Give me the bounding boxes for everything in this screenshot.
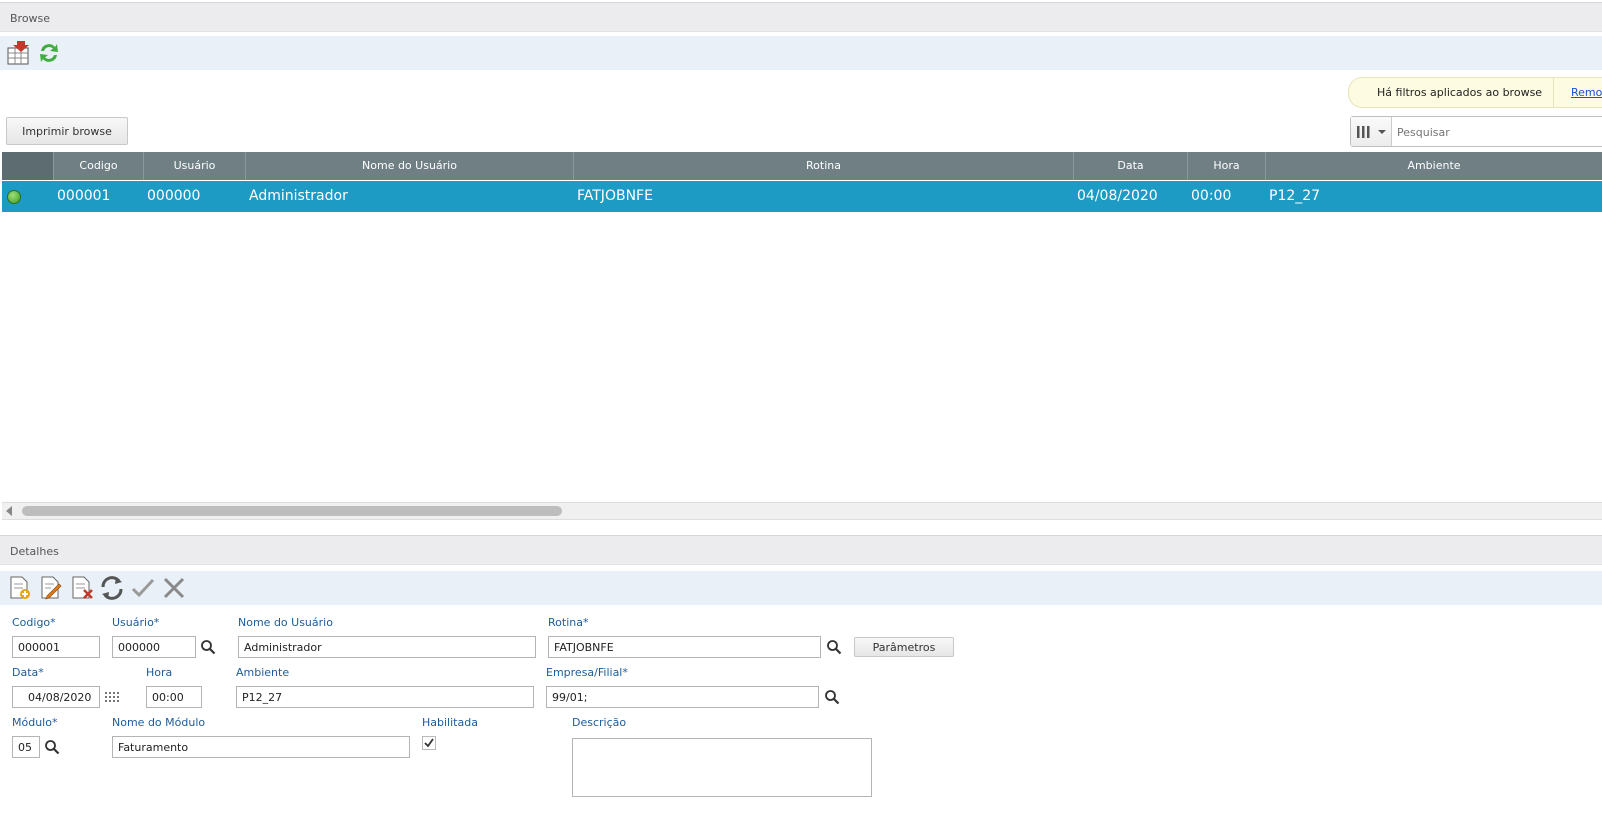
search-icon[interactable] [200, 639, 216, 655]
nome-modulo-field[interactable] [112, 736, 410, 758]
empresa-filial-field[interactable] [546, 686, 819, 708]
grid-header: Codigo Usuário Nome do Usuário Rotina Da… [2, 152, 1602, 180]
ambiente-field[interactable] [236, 686, 534, 708]
label-hora: Hora [146, 666, 173, 679]
hora-field[interactable] [146, 686, 202, 708]
browse-title: Browse [10, 12, 51, 25]
details-title: Detalhes [10, 545, 59, 558]
label-usuario: Usuário* [112, 616, 160, 629]
column-header-nome-usuario[interactable]: Nome do Usuário [246, 152, 574, 180]
label-empresa-filial: Empresa/Filial* [546, 666, 628, 679]
usuario-field[interactable] [112, 636, 196, 658]
cell-usuario: 000000 [147, 188, 201, 204]
cell-ambiente: P12_27 [1269, 188, 1321, 204]
codigo-field[interactable] [12, 636, 100, 658]
print-browse-button[interactable]: Imprimir browse [6, 117, 128, 145]
cell-nome-usuario: Administrador [249, 188, 348, 204]
label-codigo: Codigo* [12, 616, 56, 629]
data-field[interactable] [12, 686, 100, 708]
modulo-field[interactable] [12, 736, 40, 758]
status-green-icon [7, 190, 21, 204]
table-row[interactable]: 000001 000000 Administrador FATJOBNFE 04… [2, 181, 1602, 212]
remove-filters-link[interactable]: Remov [1571, 86, 1602, 99]
cell-hora: 00:00 [1191, 188, 1232, 204]
label-modulo: Módulo* [12, 716, 58, 729]
scroll-left-icon[interactable] [6, 506, 12, 516]
label-habilitada: Habilitada [422, 716, 478, 729]
search-box [1350, 116, 1602, 147]
edit-record-icon[interactable] [37, 575, 63, 601]
cell-codigo: 000001 [57, 188, 111, 204]
details-toolbar [0, 571, 1602, 605]
nome-usuario-field[interactable] [238, 636, 536, 658]
column-header-status [2, 152, 54, 180]
column-header-hora[interactable]: Hora [1188, 152, 1266, 180]
label-ambiente: Ambiente [236, 666, 290, 679]
parametros-button[interactable]: Parâmetros [854, 637, 954, 657]
details-panel-header: Detalhes [0, 535, 1602, 565]
browse-panel-header: Browse [0, 2, 1602, 32]
cell-data: 04/08/2020 [1077, 188, 1158, 204]
cancel-close-icon[interactable] [161, 575, 187, 601]
search-icon[interactable] [44, 739, 60, 755]
search-icon[interactable] [826, 639, 842, 655]
calendar-icon[interactable] [104, 689, 120, 705]
column-header-ambiente[interactable]: Ambiente [1266, 152, 1602, 180]
label-rotina: Rotina* [548, 616, 589, 629]
label-descricao: Descrição [572, 716, 627, 729]
export-spreadsheet-icon[interactable] [5, 40, 31, 66]
scrollbar-thumb[interactable] [22, 506, 562, 516]
reload-icon[interactable] [99, 575, 125, 601]
search-icon[interactable] [824, 689, 840, 705]
chevron-down-icon [1378, 130, 1386, 134]
column-header-usuario[interactable]: Usuário [144, 152, 246, 180]
refresh-icon[interactable] [36, 40, 62, 66]
label-nome-modulo: Nome do Módulo [112, 716, 206, 729]
descricao-field[interactable] [572, 738, 872, 797]
confirm-check-icon[interactable] [130, 575, 156, 601]
habilitada-checkbox[interactable] [422, 736, 436, 750]
cell-rotina: FATJOBNFE [577, 188, 653, 204]
label-data: Data* [12, 666, 44, 679]
filter-notice-divider [1553, 78, 1554, 107]
column-header-rotina[interactable]: Rotina [574, 152, 1074, 180]
rotina-field[interactable] [548, 636, 821, 658]
browse-toolbar [0, 36, 1602, 70]
add-record-icon[interactable] [6, 575, 32, 601]
search-input[interactable] [1395, 122, 1602, 142]
delete-record-icon[interactable] [68, 575, 94, 601]
label-nome-usuario: Nome do Usuário [238, 616, 333, 629]
filter-notice: Há filtros aplicados ao browse Remov [1348, 77, 1602, 108]
column-header-codigo[interactable]: Codigo [54, 152, 144, 180]
columns-icon [1357, 126, 1386, 138]
column-header-data[interactable]: Data [1074, 152, 1188, 180]
filter-notice-text: Há filtros aplicados ao browse [1377, 86, 1543, 99]
columns-selector[interactable] [1351, 117, 1392, 146]
horizontal-scrollbar[interactable] [2, 502, 1602, 520]
